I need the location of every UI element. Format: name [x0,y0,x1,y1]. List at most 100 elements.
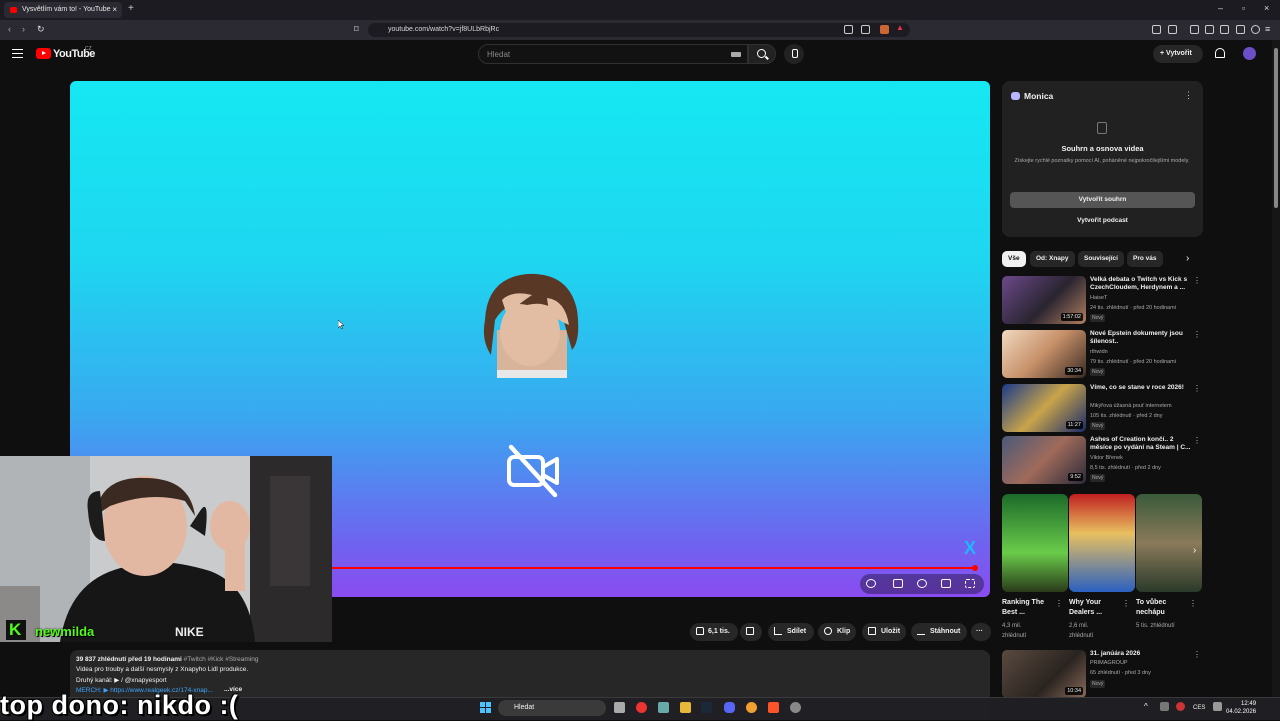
short-title[interactable]: Ranking The Best ... [1002,598,1054,618]
like-button[interactable]: 6,1 tis. [690,623,738,641]
task-view-icon[interactable] [614,702,625,713]
obs-icon[interactable] [636,702,647,713]
short-thumbnail[interactable] [1002,494,1068,592]
youtube-logo-icon[interactable] [36,48,51,59]
short-title[interactable]: Why Your Dealers ... [1069,598,1121,618]
reload-icon[interactable]: ↻ [37,24,45,35]
chip-for-you[interactable]: Pro vás [1127,251,1163,267]
share-page-icon[interactable] [861,25,870,34]
chip-all[interactable]: Vše [1002,251,1026,267]
more-options-icon[interactable]: ⋮ [1193,650,1201,659]
short-thumbnail[interactable] [1069,494,1135,592]
brave-shield-icon[interactable] [880,25,889,34]
recommendation-item[interactable]: 10:34 31. janúára 2026 PRIMAGROUP 65 zhl… [1002,650,1203,700]
wallet-icon[interactable] [1220,25,1229,34]
channel-name[interactable]: Mikýřova úžasná pouť internetem [1090,403,1172,409]
recommendation-item[interactable]: 30:34 Nové Epstein dokumenty jsou šíleno… [1002,330,1203,380]
more-options-icon[interactable]: ⋮ [1193,384,1201,393]
dislike-button[interactable] [740,623,762,641]
mic-tray-icon[interactable] [1176,702,1185,711]
scrollbar-thumb[interactable] [1274,48,1278,208]
screen-icon[interactable] [844,25,853,34]
fullscreen-icon[interactable] [965,579,975,588]
short-title[interactable]: To vůbec nechápu [1136,598,1188,618]
recommendation-item[interactable]: 9:52 Ashes of Creation končí.. 2 měsíce … [1002,436,1203,486]
brave-icon[interactable] [768,702,779,713]
recommendation-item[interactable]: 1:57:02 Velká debata o Twitch vs Kick s … [1002,276,1203,326]
more-options-icon[interactable]: ⋮ [1189,599,1197,608]
minimize-icon[interactable]: – [1218,3,1223,13]
rewards-icon[interactable]: ▲ [896,23,905,32]
avatar[interactable] [1243,47,1256,60]
extension-icon-2[interactable] [1168,25,1177,34]
more-options-icon[interactable]: ⋮ [1193,436,1201,445]
create-summary-button[interactable]: Vytvořit souhrn [1010,192,1195,208]
video-thumbnail[interactable]: 9:52 [1002,436,1086,484]
browser-tab[interactable]: Vysvětlím vám to! - YouTube × [4,2,122,18]
miniplayer-icon[interactable] [941,579,951,588]
subtitles-icon[interactable] [893,579,903,588]
video-title[interactable]: Víme, co se stane v roce 2026! [1090,384,1192,392]
channel-name[interactable]: HaiseT [1090,295,1107,301]
video-thumbnail[interactable]: 10:34 [1002,650,1086,698]
tray-chevron-icon[interactable]: ^ [1144,702,1148,711]
language-indicator[interactable]: CES [1193,705,1205,711]
maximize-icon[interactable]: ▫ [1242,3,1245,13]
short-thumbnail[interactable] [1136,494,1202,592]
close-window-icon[interactable]: × [1264,3,1269,13]
progress-scrubber[interactable] [972,565,978,571]
chevron-right-icon[interactable]: › [1186,253,1189,264]
forward-icon[interactable]: › [22,24,25,34]
channel-name[interactable]: Viktor Břenek [1090,455,1123,461]
more-options-icon[interactable]: ⋮ [1122,599,1130,608]
file-explorer-icon[interactable] [680,702,691,713]
sidebar-icon[interactable] [1205,25,1214,34]
mic-icon[interactable] [784,44,804,64]
monica-more-icon[interactable]: ⋮ [1184,90,1193,101]
create-button[interactable]: + Vytvořit [1153,45,1203,63]
channel-name[interactable]: rthwidn [1090,349,1108,355]
hamburger-menu-icon[interactable] [12,49,23,58]
new-tab-icon[interactable]: + [128,3,134,14]
more-actions-button[interactable]: ··· [971,623,991,641]
share-button[interactable]: Sdílet [768,623,814,641]
bookmark-icon[interactable]: ⌑ [354,24,359,35]
shorts-next-icon[interactable]: › [1193,545,1196,556]
video-title[interactable]: 31. janúára 2026 [1090,650,1192,658]
progress-bar[interactable] [332,567,977,569]
extension-icon[interactable] [1152,25,1161,34]
menu-icon-browser[interactable]: ≡ [1265,24,1270,34]
clip-button[interactable]: Klip [818,623,856,641]
windows-start-icon[interactable] [480,702,491,713]
url-field[interactable]: youtube.com/watch?v=jf8ULbRbjRc [368,23,910,37]
more-options-icon[interactable]: ⋮ [1193,330,1201,339]
close-tab-icon[interactable]: × [112,5,117,14]
clock[interactable]: 12:49 04.02.2026 [1226,700,1256,716]
chip-from-xnapy[interactable]: Od: Xnapy [1030,251,1075,267]
music-icon[interactable] [1190,25,1199,34]
download-icon[interactable] [1236,25,1245,34]
video-title[interactable]: Velká debata o Twitch vs Kick s CzechClo… [1090,276,1192,292]
channel-name[interactable]: PRIMAGROUP [1090,660,1128,666]
network-icon[interactable] [1213,702,1222,711]
save-button[interactable]: Uložit [862,623,906,641]
search-button[interactable] [748,44,776,64]
app-icon[interactable] [658,702,669,713]
video-title[interactable]: Nové Epstein dokumenty jsou šílenost.. [1090,330,1192,346]
search-input[interactable]: Hledat [478,44,748,64]
chrome-icon[interactable] [746,702,757,713]
settings-icon[interactable] [917,579,927,588]
more-options-icon[interactable]: ⋮ [1193,276,1201,285]
chip-related[interactable]: Související [1078,251,1124,267]
create-podcast-button[interactable]: Vytvořit podcast [1010,213,1195,229]
video-thumbnail[interactable]: 1:57:02 [1002,276,1086,324]
video-title[interactable]: Ashes of Creation končí.. 2 měsíce po vy… [1090,436,1192,452]
recommendation-item[interactable]: 11:27 Víme, co se stane v roce 2026! Mik… [1002,384,1203,434]
taskbar-search[interactable]: Hledat [498,700,606,716]
more-options-icon[interactable]: ⋮ [1055,599,1063,608]
autoplay-icon[interactable] [866,579,876,588]
download-button[interactable]: Stáhnout [911,623,967,641]
video-thumbnail[interactable]: 11:27 [1002,384,1086,432]
video-thumbnail[interactable]: 30:34 [1002,330,1086,378]
hashtags[interactable]: #Twitch #Kick #Streaming [184,656,259,663]
